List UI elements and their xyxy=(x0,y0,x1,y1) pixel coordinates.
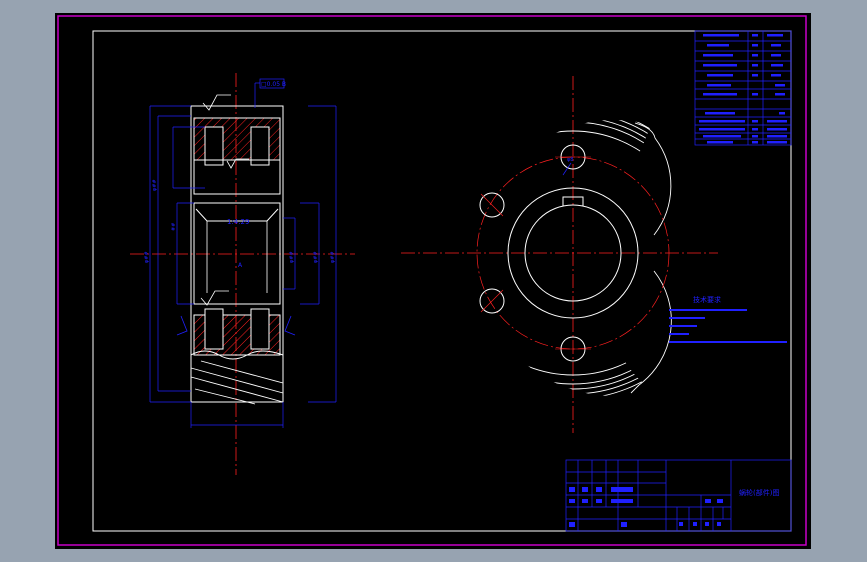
parameter-table xyxy=(694,30,792,146)
section-view: 1:4.29 A φ## φ## ## φ## φ## φ## □0.05 B xyxy=(130,73,355,475)
datum-label: A xyxy=(238,262,243,269)
hub-taper-label: 1:4.29 xyxy=(227,218,249,226)
svg-text:φ##: φ## xyxy=(330,251,336,263)
technical-notes: 技术要求 xyxy=(669,295,787,343)
svg-text:φ##: φ## xyxy=(144,251,150,263)
title-block-name: 蜗轮(部件)图 xyxy=(739,488,779,497)
outer-frame xyxy=(57,15,807,546)
front-view: φ8 xyxy=(401,76,718,433)
drawing-sheet: 1:4.29 A φ## φ## ## φ## φ## φ## □0.05 B … xyxy=(55,13,811,549)
tolerance-callout-text: □0.05 B xyxy=(261,81,286,88)
notes-title: 技术要求 xyxy=(693,295,721,304)
geometric-tolerance-callout: □0.05 B xyxy=(254,78,286,108)
svg-text:φ##: φ## xyxy=(313,251,319,263)
svg-text:##: ## xyxy=(171,223,177,231)
svg-text:φ8: φ8 xyxy=(567,157,573,163)
svg-text:φ##: φ## xyxy=(289,251,295,263)
cad-drawing: 1:4.29 A φ## φ## ## φ## φ## φ## □0.05 B … xyxy=(57,15,807,546)
svg-text:φ##: φ## xyxy=(152,179,158,191)
